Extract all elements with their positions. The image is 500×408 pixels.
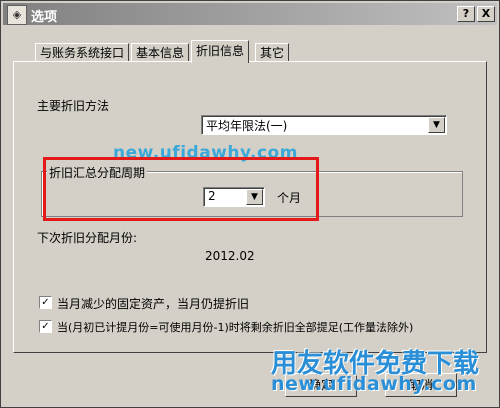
- option-label-reduce-current-month: 当月减少的固定资产，当月仍提折旧: [57, 297, 250, 311]
- title-bar: ◈ 选项 ? X: [3, 3, 497, 25]
- option-checkbox-full-depreciation[interactable]: ✓: [39, 320, 52, 333]
- option-label-full-depreciation: 当(月初已计提月份=可使用月份-1)时将剩余折旧全部提足(工作量法除外): [57, 321, 414, 334]
- tab-ledger-interface[interactable]: 与账务系统接口: [35, 43, 130, 62]
- next-month-value: 2012.02: [205, 249, 255, 263]
- chevron-down-icon[interactable]: ▼: [428, 117, 445, 133]
- period-group-title: 折旧汇总分配周期: [47, 164, 148, 181]
- help-button[interactable]: ?: [457, 6, 475, 22]
- tab-depreciation-info[interactable]: 折旧信息: [191, 40, 250, 63]
- chevron-down-icon[interactable]: ▼: [246, 189, 263, 205]
- method-label: 主要折旧方法: [37, 99, 110, 113]
- period-unit: 个月: [277, 191, 302, 205]
- tab-basic-info[interactable]: 基本信息: [131, 43, 190, 62]
- period-value: 2: [208, 189, 216, 203]
- app-icon: ◈: [7, 5, 27, 25]
- watermark-url-top: new.ufidawhy.com: [113, 143, 298, 163]
- next-month-label: 下次折旧分配月份:: [37, 231, 138, 245]
- tab-other[interactable]: 其它: [255, 43, 290, 62]
- period-select[interactable]: 2 ▼: [203, 187, 265, 207]
- method-value: 平均年限法(一): [206, 119, 288, 133]
- watermark-url-bottom: new.ufidawhy.com: [271, 373, 477, 395]
- option-checkbox-reduce-current-month[interactable]: ✓: [39, 296, 52, 309]
- depreciation-method-select[interactable]: 平均年限法(一) ▼: [201, 115, 447, 135]
- close-button[interactable]: X: [477, 6, 495, 22]
- dialog-title: 选项: [31, 10, 58, 25]
- options-dialog: ◈ 选项 ? X 与账务系统接口 基本信息 折旧信息 其它 主要折旧方法 平均年…: [0, 0, 500, 408]
